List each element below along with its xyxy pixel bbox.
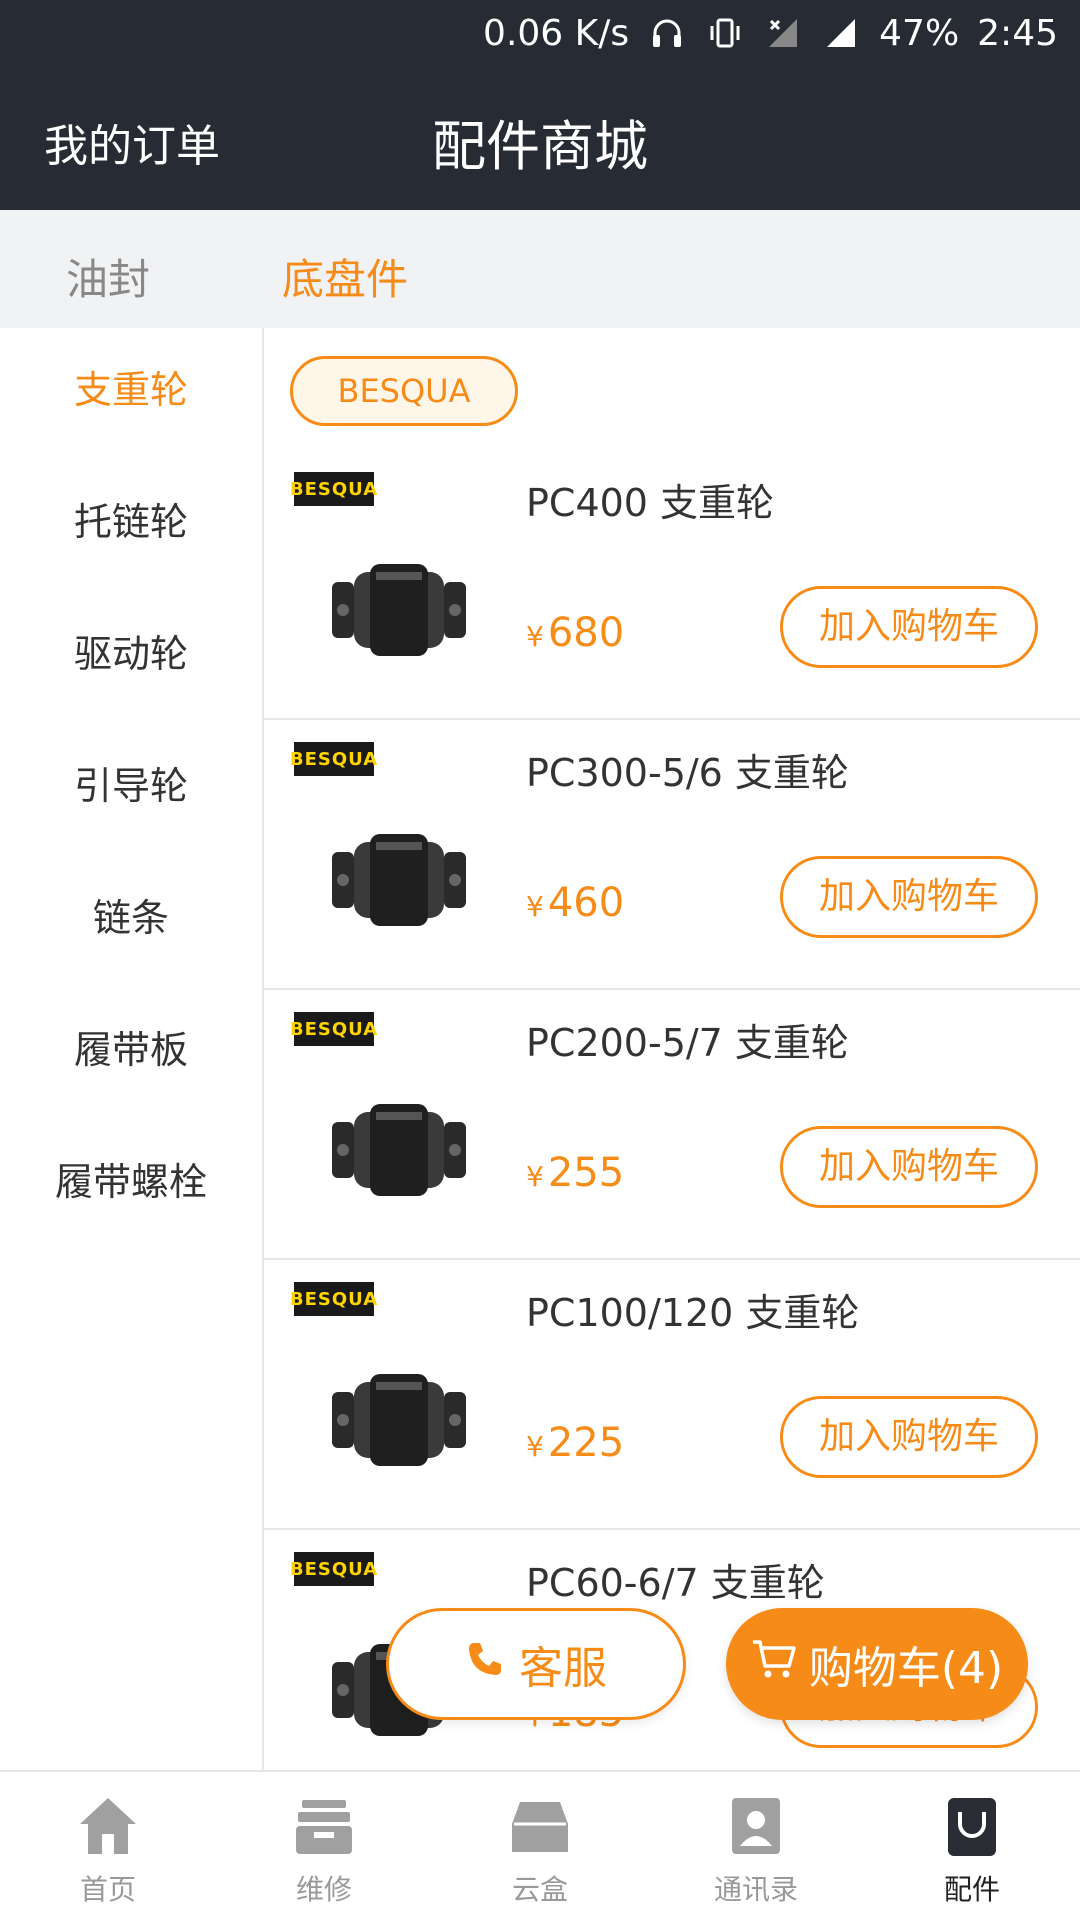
product-item[interactable]: BESQUA PC300-5/6 支重轮 ¥460 加入购物车: [264, 720, 1080, 990]
track-roller-image: [332, 564, 466, 656]
cloud-box-icon: [512, 1802, 568, 1852]
page-title: 配件商城: [432, 115, 648, 178]
product-name: PC400 支重轮: [526, 481, 775, 525]
shopping-cart-button[interactable]: 购物车(4): [726, 1608, 1028, 1720]
app-bar: 我的订单 配件商城: [0, 66, 1080, 210]
sidebar-item-carrier-roller[interactable]: 托链轮: [0, 482, 262, 562]
add-to-cart-button[interactable]: 加入购物车: [780, 586, 1038, 668]
add-to-cart-button[interactable]: 加入购物车: [780, 856, 1038, 938]
category-tabs: 油封 底盘件: [0, 210, 1080, 328]
clock: 2:45: [977, 12, 1058, 54]
nav-label: 云盒: [511, 1873, 568, 1906]
tab-undercarriage[interactable]: 底盘件: [282, 246, 408, 307]
product-item[interactable]: BESQUA PC100/120 支重轮 ¥225 加入购物车: [264, 1260, 1080, 1530]
status-bar: 0.06 K/s 47% 2:45: [0, 0, 1080, 66]
customer-service-label: 客服: [519, 1643, 607, 1694]
product-price: ¥680: [526, 610, 625, 656]
tab-oil-seal[interactable]: 油封: [66, 246, 150, 307]
bottom-navigation: 首页 维修 云盒 通讯录 配件: [0, 1770, 1080, 1922]
nav-item-home[interactable]: 首页: [0, 1772, 216, 1922]
cart-label: 购物车(4): [808, 1643, 1004, 1694]
nav-item-parts[interactable]: 配件: [864, 1772, 1080, 1922]
nav-item-cloud-box[interactable]: 云盒: [432, 1772, 648, 1922]
product-name: PC100/120 支重轮: [526, 1291, 860, 1335]
product-price: ¥460: [526, 880, 625, 926]
brand-logo: BESQUA: [290, 742, 377, 776]
headphones-icon: [647, 13, 687, 53]
cart-icon: [751, 1638, 797, 1691]
nav-item-contacts[interactable]: 通讯录: [648, 1772, 864, 1922]
sidebar-item-track-bolt[interactable]: 履带螺栓: [0, 1142, 262, 1222]
track-roller-image: [332, 1374, 466, 1466]
phone-icon: [465, 1639, 505, 1690]
parts-bag-icon: [948, 1798, 996, 1856]
product-name: PC200-5/7 支重轮: [526, 1021, 849, 1065]
product-name: PC60-6/7 支重轮: [526, 1561, 825, 1605]
network-speed: 0.06 K/s: [483, 12, 630, 54]
brand-filter-chip[interactable]: BESQUA: [290, 356, 518, 426]
track-roller-image: [332, 834, 466, 926]
nav-label: 首页: [79, 1873, 136, 1906]
nav-label: 配件: [943, 1873, 1000, 1906]
product-item[interactable]: BESQUA PC200-5/7 支重轮 ¥255 加入购物车: [264, 990, 1080, 1260]
brand-logo: BESQUA: [290, 1012, 377, 1046]
track-roller-image: [332, 1104, 466, 1196]
product-item[interactable]: BESQUA PC400 支重轮 ¥680 加入购物车: [264, 450, 1080, 720]
add-to-cart-button[interactable]: 加入购物车: [780, 1396, 1038, 1478]
no-sim-signal-icon: [763, 13, 803, 53]
repair-icon: [296, 1800, 352, 1854]
sidebar-item-track-shoe[interactable]: 履带板: [0, 1010, 262, 1090]
customer-service-button[interactable]: 客服: [386, 1608, 686, 1720]
sidebar-item-idler[interactable]: 引导轮: [0, 746, 262, 826]
brand-logo: BESQUA: [290, 472, 377, 506]
sidebar-item-chain[interactable]: 链条: [0, 878, 262, 958]
product-name: PC300-5/6 支重轮: [526, 751, 849, 795]
home-icon: [80, 1798, 136, 1854]
nav-label: 维修: [295, 1873, 352, 1906]
product-list: BESQUA BESQUA PC400 支重轮 ¥680 加入购物车 BESQU…: [264, 328, 1080, 1770]
product-price: ¥255: [526, 1150, 625, 1196]
brand-logo: BESQUA: [290, 1552, 377, 1586]
add-to-cart-button[interactable]: 加入购物车: [780, 1126, 1038, 1208]
nav-item-repair[interactable]: 维修: [216, 1772, 432, 1922]
sidebar-item-sprocket[interactable]: 驱动轮: [0, 614, 262, 694]
product-price: ¥225: [526, 1420, 625, 1466]
vibrate-icon: [705, 13, 745, 53]
signal-icon: [821, 13, 861, 53]
battery-level: 47%: [879, 12, 960, 54]
sidebar-item-track-roller[interactable]: 支重轮: [0, 350, 262, 430]
app-header: 0.06 K/s 47% 2:45 我的订单 配件商城: [0, 0, 1080, 210]
contacts-icon: [732, 1798, 780, 1854]
brand-logo: BESQUA: [290, 1282, 377, 1316]
nav-label: 通讯录: [713, 1873, 798, 1906]
subcategory-sidebar: 支重轮 托链轮 驱动轮 引导轮 链条 履带板 履带螺栓: [0, 328, 264, 1770]
